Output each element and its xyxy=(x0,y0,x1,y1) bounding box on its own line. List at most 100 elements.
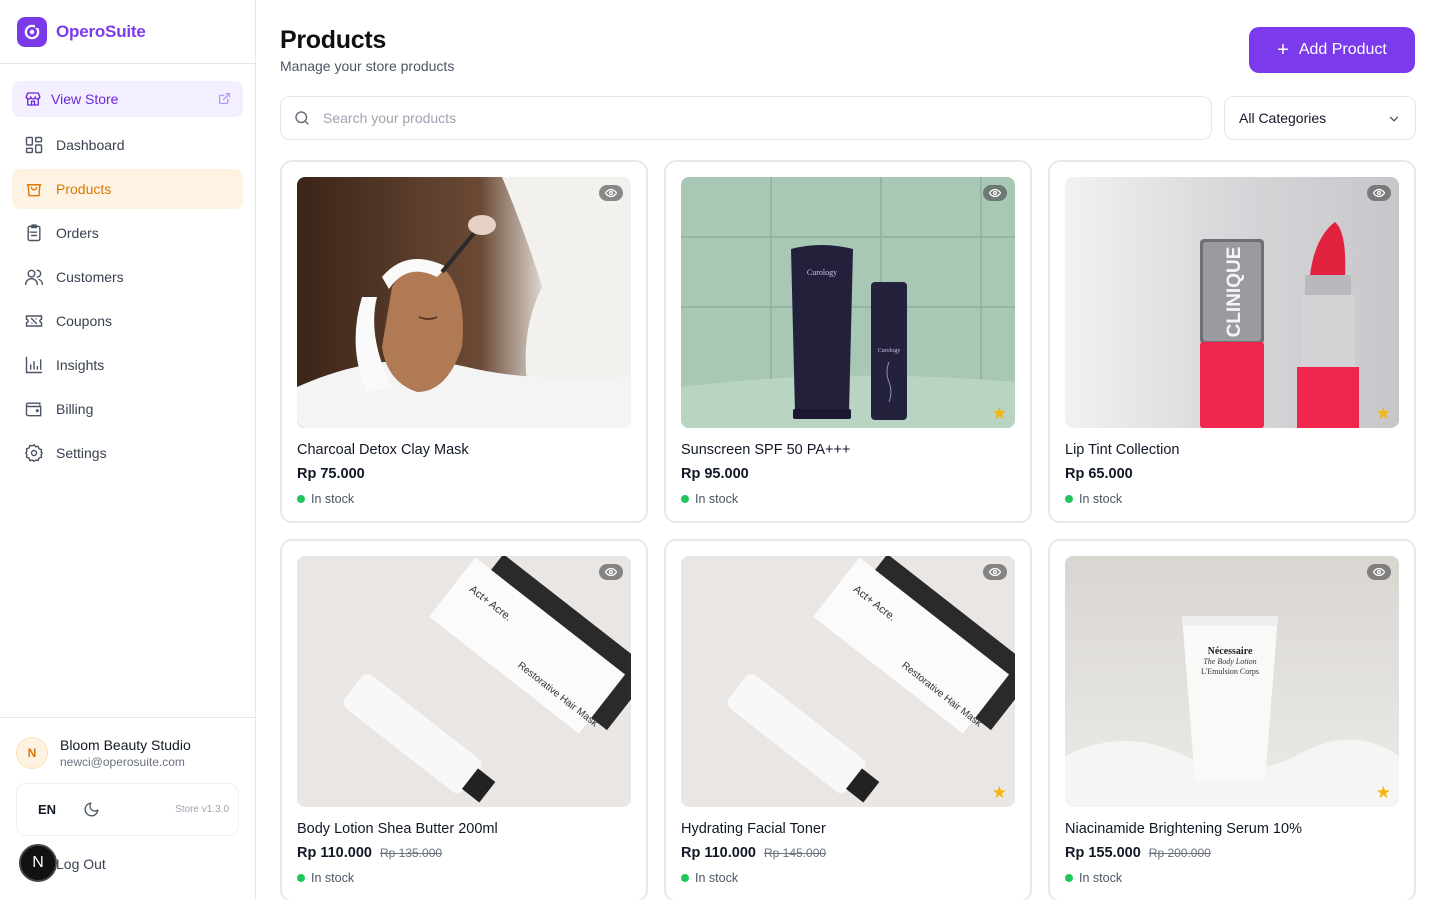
product-price: Rp 110.000 xyxy=(681,845,756,861)
visibility-badge[interactable] xyxy=(983,185,1007,201)
stock-status: In stock xyxy=(297,492,354,506)
in-stock-dot-icon xyxy=(681,495,689,503)
product-price: Rp 95.000 xyxy=(681,466,749,482)
sidebar-item-settings[interactable]: Settings xyxy=(12,433,243,473)
product-card[interactable]: Act+ Acre. Restorative Hair Mask ★ Hydra… xyxy=(664,539,1032,900)
product-name: Sunscreen SPF 50 PA+++ xyxy=(681,442,851,458)
stock-status: In stock xyxy=(1065,492,1122,506)
category-select[interactable]: All Categories xyxy=(1224,96,1416,140)
product-price: Rp 65.000 xyxy=(1065,466,1133,482)
in-stock-dot-icon xyxy=(1065,874,1073,882)
view-store-link[interactable]: View Store xyxy=(12,81,243,117)
logout-button[interactable]: Log Out xyxy=(56,856,106,872)
store-icon xyxy=(25,92,41,106)
in-stock-dot-icon xyxy=(297,874,305,882)
avatar: N xyxy=(16,737,48,769)
page-title: Products xyxy=(280,26,386,54)
bar-chart-icon xyxy=(25,356,43,374)
sidebar-item-label: Insights xyxy=(56,357,105,373)
sidebar-item-dashboard[interactable]: Dashboard xyxy=(12,125,243,165)
plus-icon: + xyxy=(1277,39,1289,61)
sidebar-item-coupons[interactable]: Coupons xyxy=(12,301,243,341)
brand-text: Nécessaire xyxy=(1208,646,1253,657)
product-price-row: Rp 110.000 Rp 135.000 xyxy=(297,845,442,861)
product-price-row: Rp 65.000 xyxy=(1065,466,1133,482)
user-profile[interactable]: N Bloom Beauty Studio newci@operosuite.c… xyxy=(16,737,191,769)
product-image: Act+ Acre. Restorative Hair Mask ★ xyxy=(681,556,1015,807)
featured-star-icon: ★ xyxy=(1375,783,1391,802)
chevron-down-icon xyxy=(1389,116,1399,122)
product-card[interactable]: CLINIQUE ★ Lip Tint Collection Rp 65.000 xyxy=(1048,160,1416,523)
eye-icon xyxy=(605,188,617,198)
sidebar-nav: Dashboard Products Orders Customers Coup… xyxy=(12,125,243,477)
user-name: Bloom Beauty Studio xyxy=(60,737,191,753)
brand-text: Curology xyxy=(878,348,901,354)
add-product-button[interactable]: + Add Product xyxy=(1249,27,1415,73)
ticket-icon xyxy=(25,315,43,327)
featured-star-icon: ★ xyxy=(991,783,1007,802)
sidebar-item-customers[interactable]: Customers xyxy=(12,257,243,297)
eye-icon xyxy=(605,567,617,577)
visibility-badge[interactable] xyxy=(1367,185,1391,201)
sidebar-item-label: Orders xyxy=(56,225,99,241)
stock-status: In stock xyxy=(681,871,738,885)
dashboard-icon xyxy=(25,136,43,154)
brand-text: CLINIQUE xyxy=(1224,247,1245,338)
sidebar-item-label: Products xyxy=(56,181,112,197)
in-stock-dot-icon xyxy=(297,495,305,503)
visibility-badge[interactable] xyxy=(983,564,1007,580)
eye-icon xyxy=(989,188,1001,198)
search-bar xyxy=(280,96,1212,140)
eye-icon xyxy=(989,567,1001,577)
product-name: Charcoal Detox Clay Mask xyxy=(297,442,469,458)
shopping-bag-icon xyxy=(26,184,42,197)
product-card[interactable]: Charcoal Detox Clay Mask Rp 75.000 In st… xyxy=(280,160,648,523)
product-price-row: Rp 75.000 xyxy=(297,466,365,482)
featured-star-icon: ★ xyxy=(1375,404,1391,423)
original-price: Rp 200.000 xyxy=(1148,846,1211,860)
gear-icon xyxy=(24,443,44,463)
sidebar-item-insights[interactable]: Insights xyxy=(12,345,243,385)
featured-star-icon: ★ xyxy=(991,404,1007,423)
add-product-label: Add Product xyxy=(1298,41,1387,58)
nextjs-devtools-badge[interactable]: N xyxy=(19,844,57,882)
product-name: Body Lotion Shea Butter 200ml xyxy=(297,821,498,837)
product-card[interactable]: Act+ Acre. Restorative Hair Mask Body Lo… xyxy=(280,539,648,900)
brand-logo-icon xyxy=(17,16,47,47)
stock-label: In stock xyxy=(695,871,739,885)
sidebar-item-products[interactable]: Products xyxy=(12,169,243,209)
stock-label: In stock xyxy=(1079,492,1123,506)
preferences-panel: EN Store v1.3.0 xyxy=(16,783,239,836)
sidebar-item-label: Billing xyxy=(56,401,94,417)
language-toggle[interactable]: EN xyxy=(31,794,63,826)
theme-toggle[interactable] xyxy=(75,794,107,826)
visibility-badge[interactable] xyxy=(599,185,623,201)
visibility-badge[interactable] xyxy=(599,564,623,580)
view-store-label: View Store xyxy=(51,91,119,107)
sidebar-item-billing[interactable]: Billing xyxy=(12,389,243,429)
product-image: Nécessaire The Body Lotion L'Emulsion Co… xyxy=(1065,556,1399,807)
visibility-badge[interactable] xyxy=(1367,564,1391,580)
product-image: Act+ Acre. Restorative Hair Mask xyxy=(297,556,631,807)
original-price: Rp 135.000 xyxy=(379,846,443,860)
moon-icon xyxy=(84,802,99,817)
in-stock-dot-icon xyxy=(1065,495,1073,503)
product-label-text: L'Emulsion Corps xyxy=(1201,667,1259,676)
product-price-row: Rp 95.000 xyxy=(681,466,749,482)
main-content: Products Manage your store products + Ad… xyxy=(280,0,1416,900)
eye-icon xyxy=(1373,567,1385,577)
sidebar-item-orders[interactable]: Orders xyxy=(12,213,243,253)
brand[interactable]: OperoSuite xyxy=(0,0,255,64)
sidebar-footer: N Bloom Beauty Studio newci@operosuite.c… xyxy=(0,717,255,900)
search-input[interactable] xyxy=(323,110,1183,126)
brand-name: OperoSuite xyxy=(56,21,146,41)
product-card[interactable]: Nécessaire The Body Lotion L'Emulsion Co… xyxy=(1048,539,1416,900)
product-price-row: Rp 110.000 Rp 145.000 xyxy=(681,845,826,861)
product-card[interactable]: Curology Curology ★ Sunscreen SPF 50 PA+… xyxy=(664,160,1032,523)
stock-label: In stock xyxy=(311,492,355,506)
product-label-text: The Body Lotion xyxy=(1203,657,1256,666)
product-name: Niacinamide Brightening Serum 10% xyxy=(1065,821,1302,837)
stock-status: In stock xyxy=(1065,871,1122,885)
sidebar: OperoSuite View Store Dashboard Products… xyxy=(0,0,256,900)
product-price: Rp 110.000 xyxy=(297,845,372,861)
